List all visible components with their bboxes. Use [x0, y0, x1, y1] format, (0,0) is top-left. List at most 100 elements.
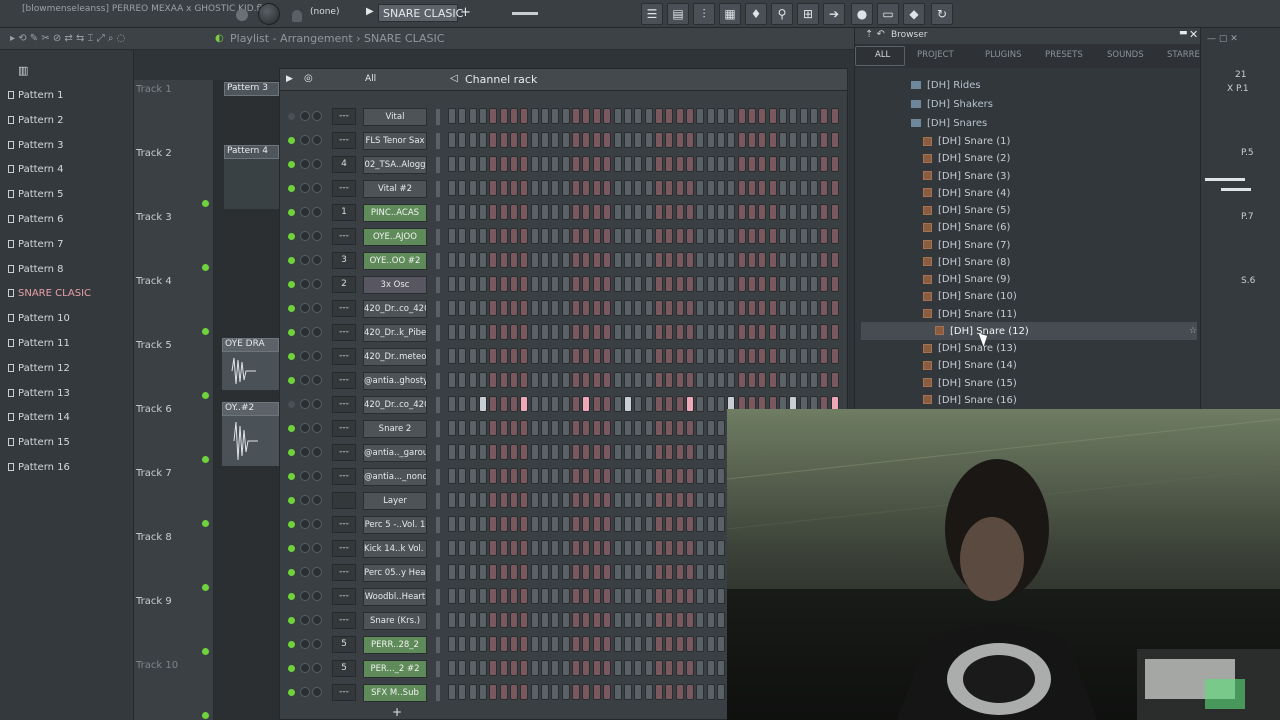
step-button[interactable]: [623, 492, 632, 508]
step-button[interactable]: [582, 228, 591, 244]
channel-select[interactable]: [436, 613, 440, 629]
step-button[interactable]: [685, 612, 694, 628]
step-button[interactable]: [634, 228, 643, 244]
step-button[interactable]: [489, 660, 498, 676]
step-button[interactable]: [572, 564, 581, 580]
step-button[interactable]: [779, 300, 787, 316]
step-button[interactable]: [758, 324, 767, 340]
step-button[interactable]: [644, 516, 653, 532]
step-button[interactable]: [716, 300, 725, 316]
step-button[interactable]: [623, 396, 632, 412]
step-button[interactable]: [448, 252, 456, 268]
step-button[interactable]: [448, 396, 456, 412]
step-button[interactable]: [499, 492, 508, 508]
step-button[interactable]: [551, 180, 560, 196]
mixer-track-number[interactable]: ---: [332, 588, 356, 605]
step-button[interactable]: [737, 324, 746, 340]
step-button[interactable]: [810, 228, 819, 244]
step-button[interactable]: [520, 684, 529, 700]
step-button[interactable]: [468, 204, 477, 220]
step-button[interactable]: [675, 108, 684, 124]
step-button[interactable]: [479, 588, 488, 604]
step-button[interactable]: [458, 468, 467, 484]
step-button[interactable]: [541, 372, 550, 388]
step-button[interactable]: [613, 348, 622, 364]
step-button[interactable]: [716, 132, 725, 148]
browser-sample-item[interactable]: [DH] Snare (6): [923, 222, 1010, 233]
step-button[interactable]: [665, 612, 674, 628]
step-button[interactable]: [592, 300, 601, 316]
mixer-track-number[interactable]: 4: [332, 156, 356, 173]
step-button[interactable]: [685, 108, 694, 124]
channel-select[interactable]: [436, 685, 440, 701]
mixer-track-number[interactable]: 1: [332, 204, 356, 221]
step-button[interactable]: [810, 372, 819, 388]
snap-icon[interactable]: ◐: [215, 33, 224, 44]
step-button[interactable]: [799, 300, 808, 316]
step-button[interactable]: [685, 180, 694, 196]
step-button[interactable]: [654, 396, 663, 412]
step-button[interactable]: [603, 660, 612, 676]
step-button[interactable]: [592, 540, 601, 556]
step-button[interactable]: [706, 684, 715, 700]
step-button[interactable]: [613, 684, 622, 700]
step-button[interactable]: [799, 156, 808, 172]
pan-knob[interactable]: [300, 615, 310, 625]
step-button[interactable]: [510, 156, 519, 172]
pan-knob[interactable]: [300, 327, 310, 337]
channel-select[interactable]: [436, 133, 440, 149]
step-button[interactable]: [727, 228, 736, 244]
pan-knob[interactable]: [300, 159, 310, 169]
pattern-item[interactable]: Pattern 12: [8, 363, 70, 374]
step-button[interactable]: [737, 132, 746, 148]
channel-select[interactable]: [436, 205, 440, 221]
step-button[interactable]: [675, 444, 684, 460]
step-button[interactable]: [458, 132, 467, 148]
clip-oy-2[interactable]: OY..#2: [222, 402, 279, 416]
step-button[interactable]: [737, 348, 746, 364]
channel-mute-led[interactable]: [288, 689, 295, 696]
channel-select[interactable]: [436, 637, 440, 653]
step-button[interactable]: [706, 204, 715, 220]
step-button[interactable]: [768, 324, 777, 340]
step-button[interactable]: [665, 660, 674, 676]
browser-sample-item[interactable]: [DH] Snare (14): [923, 360, 1017, 371]
step-button[interactable]: [479, 228, 488, 244]
volume-knob[interactable]: [312, 207, 322, 217]
step-button[interactable]: [572, 636, 581, 652]
step-button[interactable]: [830, 372, 839, 388]
step-button[interactable]: [458, 492, 467, 508]
pattern-item[interactable]: Pattern 15: [8, 437, 70, 448]
channel-select[interactable]: [436, 277, 440, 293]
step-button[interactable]: [727, 108, 736, 124]
step-button[interactable]: [520, 660, 529, 676]
step-button[interactable]: [592, 684, 601, 700]
refresh-icon[interactable]: ↻: [931, 3, 953, 25]
step-button[interactable]: [779, 180, 787, 196]
step-button[interactable]: [706, 324, 715, 340]
step-button[interactable]: [603, 252, 612, 268]
step-button[interactable]: [489, 420, 498, 436]
step-button[interactable]: [582, 540, 591, 556]
step-button[interactable]: [551, 252, 560, 268]
step-button[interactable]: [665, 132, 674, 148]
step-button[interactable]: [675, 180, 684, 196]
step-button[interactable]: [510, 372, 519, 388]
step-button[interactable]: [510, 588, 519, 604]
step-button[interactable]: [448, 180, 456, 196]
step-button[interactable]: [592, 156, 601, 172]
step-button[interactable]: [613, 516, 622, 532]
step-button[interactable]: [603, 684, 612, 700]
step-button[interactable]: [592, 636, 601, 652]
step-button[interactable]: [561, 324, 570, 340]
step-button[interactable]: [799, 276, 808, 292]
pan-knob[interactable]: [300, 279, 310, 289]
step-button[interactable]: [572, 372, 581, 388]
step-button[interactable]: [634, 588, 643, 604]
channel-select[interactable]: [436, 661, 440, 677]
step-button[interactable]: [541, 660, 550, 676]
step-button[interactable]: [489, 180, 498, 196]
step-button[interactable]: [830, 348, 839, 364]
step-button[interactable]: [551, 636, 560, 652]
step-button[interactable]: [634, 324, 643, 340]
